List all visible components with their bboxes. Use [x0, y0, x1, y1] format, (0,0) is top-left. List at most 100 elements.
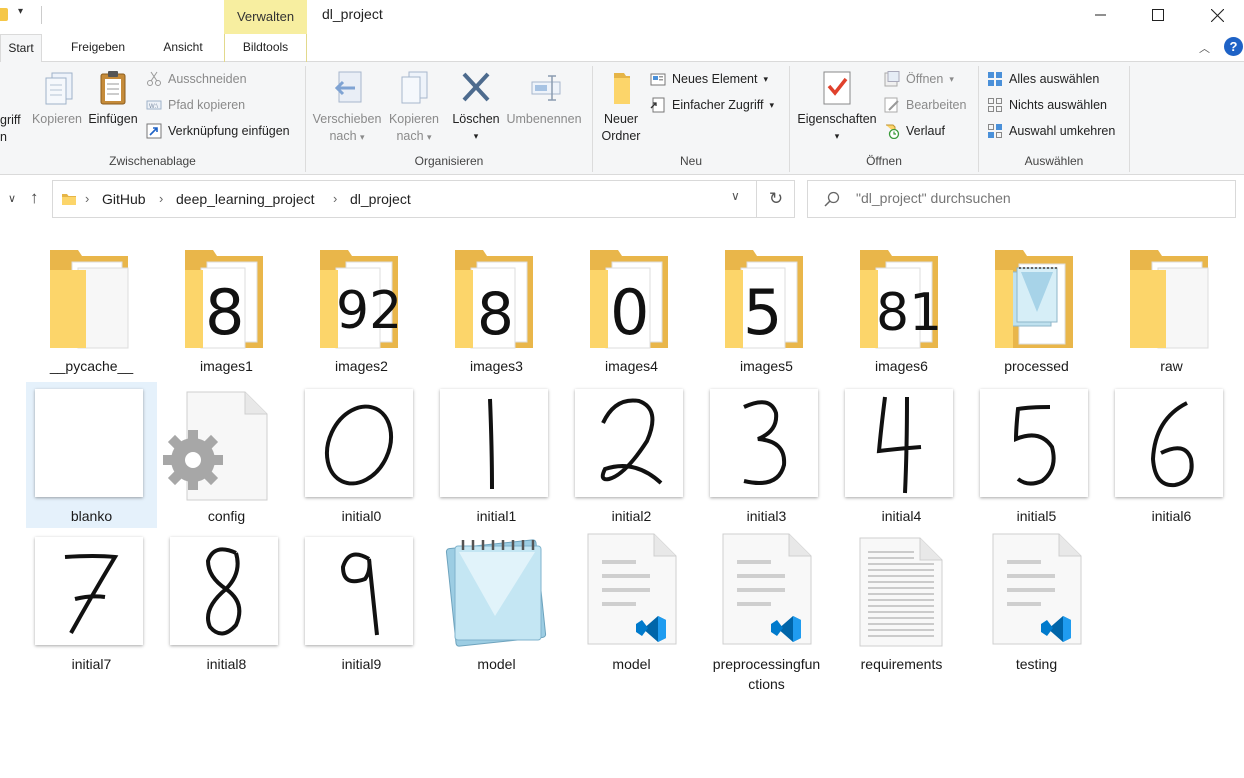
- open-icon: [884, 71, 900, 87]
- svg-text:5: 5: [743, 276, 782, 349]
- breadcrumb-dl-project[interactable]: dl_project: [350, 191, 411, 207]
- image-thumbnail: [305, 389, 413, 497]
- folder-icon: [62, 194, 76, 205]
- address-dropdown-icon[interactable]: ∨: [731, 189, 740, 203]
- select-all-icon: [988, 72, 1002, 86]
- group-label-select: Auswählen: [1024, 154, 1084, 168]
- clipboard-icon: [100, 71, 126, 105]
- vscode-file-item[interactable]: model: [566, 530, 697, 690]
- file-name: initial8: [206, 656, 247, 672]
- folder-item[interactable]: processed: [971, 242, 1102, 382]
- config-file-item[interactable]: config: [161, 382, 292, 528]
- move-to-button[interactable]: Verschieben nach ▾: [309, 70, 385, 146]
- handwritten-digit-9: [340, 552, 379, 636]
- folder-item[interactable]: 81 images6: [836, 242, 967, 382]
- file-name-line1: preprocessingfun: [712, 656, 821, 672]
- quick-access-dropdown-icon[interactable]: ▾: [18, 6, 23, 17]
- image-file-item[interactable]: initial4: [836, 382, 967, 528]
- chevron-right-icon[interactable]: ›: [159, 191, 163, 206]
- text-file-item[interactable]: requirements: [836, 530, 967, 690]
- folder-item[interactable]: __pycache__: [26, 242, 157, 382]
- breadcrumb-deep-learning-project[interactable]: deep_learning_project: [176, 191, 315, 207]
- select-none-button[interactable]: Nichts auswählen: [987, 94, 1107, 116]
- image-file-item[interactable]: initial0: [296, 382, 427, 528]
- up-arrow-icon[interactable]: ↑: [30, 188, 39, 208]
- tab-start[interactable]: Start: [0, 34, 42, 63]
- search-box[interactable]: [807, 180, 1236, 218]
- folder-item[interactable]: 8 images3: [431, 242, 562, 382]
- invert-selection-button[interactable]: Auswahl umkehren: [987, 120, 1115, 142]
- paste-shortcut-button[interactable]: Verknüpfung einfügen: [146, 120, 290, 142]
- recent-locations-chevron-icon[interactable]: ∨: [8, 192, 16, 205]
- easy-access-icon: [650, 97, 665, 113]
- close-button[interactable]: [1194, 0, 1240, 30]
- search-input[interactable]: [856, 190, 1216, 206]
- folder-icon: 0: [590, 250, 668, 349]
- vscode-file-item[interactable]: testing: [971, 530, 1102, 690]
- image-file-item[interactable]: initial7: [26, 530, 157, 690]
- refresh-icon[interactable]: ↻: [756, 181, 795, 217]
- image-thumbnail: [35, 537, 143, 645]
- breadcrumb-github[interactable]: GitHub: [102, 191, 146, 207]
- new-folder-button[interactable]: Neuer Ordner: [596, 70, 646, 145]
- image-file-item[interactable]: initial6: [1106, 382, 1237, 528]
- folder-item[interactable]: 5 images5: [701, 242, 832, 382]
- copy-to-button[interactable]: Kopieren nach ▾: [384, 70, 444, 146]
- image-file-item[interactable]: initial9: [296, 530, 427, 690]
- minimize-icon: [1095, 14, 1106, 16]
- copy-button[interactable]: Kopieren: [30, 70, 84, 128]
- tab-picture-tools[interactable]: Bildtools: [224, 34, 307, 62]
- rename-button[interactable]: Umbenennen: [503, 70, 585, 128]
- folder-item[interactable]: 8 images1: [161, 242, 292, 382]
- file-name: model: [612, 656, 651, 672]
- help-icon[interactable]: ?: [1224, 37, 1243, 56]
- image-file-item[interactable]: initial8: [161, 530, 292, 690]
- vscode-file-item[interactable]: preprocessingfun ctions: [701, 530, 832, 692]
- tab-share[interactable]: Freigeben: [58, 34, 138, 62]
- pin-quick-access-button[interactable]: griff n: [0, 112, 26, 146]
- folder-item[interactable]: raw: [1106, 242, 1237, 382]
- easy-access-label: Einfacher Zugriff: [672, 98, 764, 112]
- chevron-right-icon[interactable]: ›: [333, 191, 337, 206]
- image-file-item[interactable]: initial1: [431, 382, 562, 528]
- chevron-right-icon[interactable]: ›: [85, 191, 89, 206]
- folder-item[interactable]: 92 images2: [296, 242, 427, 382]
- file-name: raw: [1160, 358, 1183, 374]
- folder-item[interactable]: 0 images4: [566, 242, 697, 382]
- image-file-item[interactable]: blanko: [26, 382, 157, 528]
- history-button[interactable]: Verlauf: [884, 120, 945, 142]
- new-item-label: Neues Element: [672, 72, 758, 86]
- edit-button[interactable]: Bearbeiten: [884, 94, 966, 116]
- text-file-icon: [859, 537, 943, 647]
- svg-text:92: 92: [336, 281, 402, 341]
- context-tab-manage[interactable]: Verwalten: [224, 0, 307, 34]
- image-file-item[interactable]: initial3: [701, 382, 832, 528]
- delete-button[interactable]: Löschen ▾: [450, 70, 502, 145]
- properties-label: Eigenschaften: [797, 112, 877, 126]
- address-bar[interactable]: › GitHub › deep_learning_project › dl_pr…: [52, 180, 795, 218]
- copy-to-icon: [401, 71, 428, 104]
- file-name: blanko: [70, 508, 113, 524]
- cut-button[interactable]: Ausschneiden: [146, 68, 247, 90]
- vscode-file-icon: [722, 533, 812, 645]
- invert-selection-label: Auswahl umkehren: [1009, 124, 1116, 138]
- copy-path-button[interactable]: W:\ Pfad kopieren: [146, 94, 245, 116]
- edit-label: Bearbeiten: [906, 98, 967, 112]
- edit-icon: [884, 97, 899, 113]
- image-file-item[interactable]: initial2: [566, 382, 697, 528]
- image-file-item[interactable]: initial5: [971, 382, 1102, 528]
- open-button[interactable]: Öffnen ▾: [884, 68, 954, 90]
- paste-button[interactable]: Einfügen: [85, 70, 141, 128]
- select-all-button[interactable]: Alles auswählen: [987, 68, 1099, 90]
- handwritten-digit-2: [600, 398, 663, 485]
- easy-access-button[interactable]: Einfacher Zugriff ▾: [650, 94, 774, 116]
- properties-button[interactable]: Eigenschaften ▾: [794, 70, 880, 145]
- tab-view[interactable]: Ansicht: [150, 34, 216, 62]
- minimize-button[interactable]: [1078, 0, 1124, 30]
- folder-icon[interactable]: [0, 8, 8, 21]
- notepad-file-item[interactable]: model: [431, 530, 562, 690]
- ribbon: griff n Kopieren Einfügen Ausschneiden W:…: [0, 62, 1244, 175]
- maximize-button[interactable]: [1135, 0, 1181, 30]
- chevron-up-icon[interactable]: ︿: [1199, 40, 1210, 56]
- new-item-button[interactable]: Neues Element ▾: [650, 68, 768, 90]
